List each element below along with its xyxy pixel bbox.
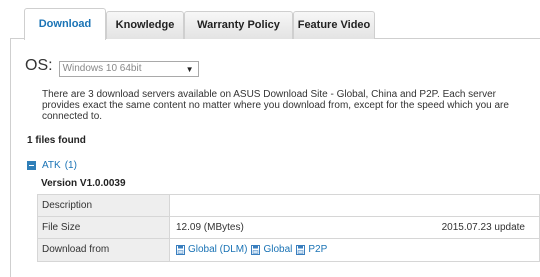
tab-download[interactable]: Download	[24, 8, 106, 40]
download-p2p-label: P2P	[308, 244, 328, 255]
download-global-dlm-link[interactable]: Global (DLM)	[176, 239, 247, 261]
download-from-label: Download from	[38, 239, 170, 261]
minus-square-icon[interactable]	[27, 161, 36, 170]
download-global-dlm-label: Global (DLM)	[188, 244, 248, 255]
file-group-header[interactable]: ATK (1)	[27, 160, 77, 171]
group-count: (1)	[64, 160, 77, 171]
download-global-label: Global	[263, 244, 293, 255]
floppy-disk-icon	[176, 245, 185, 255]
caret-down-icon: ▼	[185, 65, 194, 74]
group-name[interactable]: ATK	[42, 160, 61, 171]
file-size-cell: 12.09 (MBytes) 2015.07.23 update	[170, 217, 539, 238]
os-selector-row: OS: Windows 10 64bit ▼	[25, 57, 199, 77]
file-detail-table: Description File Size 12.09 (MBytes) 201…	[37, 194, 540, 262]
download-from-row: Download from Global (DLM) Global P2P	[38, 239, 539, 261]
tab-bar: Download Knowledge Warranty Policy Featu…	[10, 8, 540, 40]
download-links: Global (DLM) Global P2P	[170, 239, 539, 261]
os-selected-value: Windows 10 64bit	[62, 63, 142, 74]
os-label: OS:	[25, 57, 53, 74]
download-global-link[interactable]: Global	[251, 239, 292, 261]
files-found-count: 1 files found	[27, 135, 86, 146]
tab-knowledge[interactable]: Knowledge	[106, 11, 184, 39]
version-label: Version V1.0.0039	[41, 178, 126, 189]
tab-feature-video[interactable]: Feature Video	[293, 11, 375, 39]
floppy-disk-icon	[296, 245, 306, 255]
tab-warranty-policy[interactable]: Warranty Policy	[184, 11, 293, 39]
description-value	[170, 195, 539, 216]
file-size-label: File Size	[38, 217, 170, 238]
floppy-disk-icon	[251, 245, 261, 255]
description-row: Description	[38, 195, 539, 217]
server-notice: There are 3 download servers available o…	[42, 89, 509, 122]
description-label: Description	[38, 195, 170, 216]
file-size-row: File Size 12.09 (MBytes) 2015.07.23 upda…	[38, 217, 539, 239]
download-p2p-link[interactable]: P2P	[296, 239, 327, 261]
update-date: 2015.07.23 update	[441, 222, 525, 233]
os-dropdown[interactable]: Windows 10 64bit ▼	[58, 61, 199, 77]
file-size-value: 12.09 (MBytes)	[176, 222, 244, 233]
download-panel: OS: Windows 10 64bit ▼ There are 3 downl…	[10, 39, 540, 277]
